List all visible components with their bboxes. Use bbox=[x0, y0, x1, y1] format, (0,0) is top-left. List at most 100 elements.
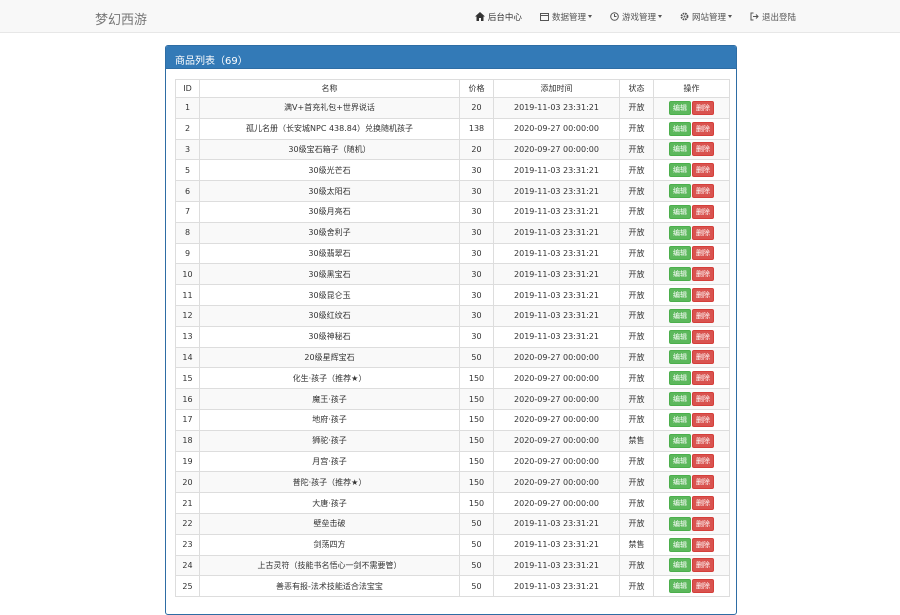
cell-actions: 编辑 删除 bbox=[653, 346, 730, 369]
delete-button[interactable]: 删除 bbox=[692, 579, 714, 594]
delete-button[interactable]: 删除 bbox=[692, 308, 714, 323]
cell-id: 22 bbox=[175, 512, 200, 535]
nav-item-game-management[interactable]: 游戏管理 bbox=[601, 0, 671, 33]
edit-button[interactable]: 编辑 bbox=[669, 142, 691, 157]
edit-button[interactable]: 编辑 bbox=[669, 350, 691, 365]
cell-price: 30 bbox=[459, 221, 494, 244]
clock-icon bbox=[610, 12, 619, 21]
cell-name: 月宫·孩子 bbox=[199, 450, 460, 473]
delete-button[interactable]: 删除 bbox=[692, 184, 714, 199]
edit-button[interactable]: 编辑 bbox=[669, 412, 691, 427]
cell-id: 12 bbox=[175, 304, 200, 327]
table-row: 12 30级红纹石 30 2019-11-03 23:31:21 开放 编辑 删除 bbox=[175, 304, 730, 327]
delete-button[interactable]: 删除 bbox=[692, 163, 714, 178]
cell-name: 魔王·孩子 bbox=[199, 388, 460, 410]
edit-button[interactable]: 编辑 bbox=[669, 579, 691, 594]
delete-button[interactable]: 删除 bbox=[692, 496, 714, 511]
cell-name: 20级星辉宝石 bbox=[199, 346, 460, 369]
logout-icon bbox=[750, 12, 759, 21]
cell-name: 30级神秘石 bbox=[199, 325, 460, 348]
cell-id: 20 bbox=[175, 471, 200, 494]
delete-button[interactable]: 删除 bbox=[692, 225, 714, 240]
edit-button[interactable]: 编辑 bbox=[669, 163, 691, 178]
cell-name: 上古灵符（技能书名悟心一剑不需要管） bbox=[199, 554, 460, 577]
delete-button[interactable]: 删除 bbox=[692, 371, 714, 386]
cell-status: 开放 bbox=[619, 159, 654, 182]
edit-button[interactable]: 编辑 bbox=[669, 496, 691, 511]
delete-button[interactable]: 删除 bbox=[692, 329, 714, 344]
cell-id: 6 bbox=[175, 180, 200, 202]
edit-button[interactable]: 编辑 bbox=[669, 392, 691, 407]
delete-button[interactable]: 删除 bbox=[692, 558, 714, 573]
nav-item-label: 后台中心 bbox=[487, 12, 522, 23]
nav-item-data-management[interactable]: 数据管理 bbox=[531, 0, 601, 33]
edit-button[interactable]: 编辑 bbox=[669, 329, 691, 344]
edit-button[interactable]: 编辑 bbox=[669, 454, 691, 469]
panel-title: 商品列表（69） bbox=[166, 46, 736, 69]
delete-button[interactable]: 删除 bbox=[692, 350, 714, 365]
table-row: 25 善恶有报-法术技能适合法宝宝 50 2019-11-03 23:31:21 开放编… bbox=[175, 575, 730, 598]
edit-button[interactable]: 编辑 bbox=[669, 184, 691, 199]
edit-button[interactable]: 编辑 bbox=[669, 475, 691, 490]
cell-time: 2019-11-03 23:31:21 bbox=[493, 200, 620, 223]
edit-button[interactable]: 编辑 bbox=[669, 288, 691, 303]
cell-status: 开放 bbox=[619, 221, 654, 244]
cell-status: 开放 bbox=[619, 117, 654, 140]
cell-price: 30 bbox=[459, 200, 494, 223]
edit-button[interactable]: 编辑 bbox=[669, 100, 691, 115]
delete-button[interactable]: 删除 bbox=[692, 246, 714, 261]
delete-button[interactable]: 删除 bbox=[692, 142, 714, 157]
cell-id: 21 bbox=[175, 492, 200, 514]
delete-button[interactable]: 删除 bbox=[692, 288, 714, 303]
edit-button[interactable]: 编辑 bbox=[669, 246, 691, 261]
nav-item-site-management[interactable]: 网站管理 bbox=[671, 0, 741, 33]
delete-button[interactable]: 删除 bbox=[692, 204, 714, 219]
edit-button[interactable]: 编辑 bbox=[669, 433, 691, 448]
delete-button[interactable]: 删除 bbox=[692, 121, 714, 136]
chevron-down-icon bbox=[727, 15, 732, 18]
delete-button[interactable]: 删除 bbox=[692, 516, 714, 531]
cell-actions: 编辑 删除 bbox=[653, 200, 730, 223]
delete-button[interactable]: 删除 bbox=[692, 475, 714, 490]
table-row: 18 狮驼·孩子 150 2020-09-27 00:00:00 禁售 编辑 删除 bbox=[175, 429, 730, 452]
nav-item-dashboard[interactable]: 后台中心 bbox=[466, 0, 531, 33]
cell-name: 壁垒击破 bbox=[199, 512, 460, 535]
edit-button[interactable]: 编辑 bbox=[669, 308, 691, 323]
cell-actions: 编辑 删除 bbox=[653, 325, 730, 348]
edit-button[interactable]: 编辑 bbox=[669, 204, 691, 219]
cell-price: 30 bbox=[459, 159, 494, 182]
delete-button[interactable]: 删除 bbox=[692, 433, 714, 448]
nav-menu: 后台中心 数据管理 游戏管理 网站管理 退出登陆 bbox=[466, 0, 805, 33]
delete-button[interactable]: 删除 bbox=[692, 392, 714, 407]
delete-button[interactable]: 删除 bbox=[692, 412, 714, 427]
delete-button[interactable]: 删除 bbox=[692, 267, 714, 282]
chevron-down-icon bbox=[657, 15, 662, 18]
cell-status: 开放 bbox=[619, 492, 654, 514]
edit-button[interactable]: 编辑 bbox=[669, 371, 691, 386]
cell-status: 禁售 bbox=[619, 533, 654, 556]
cell-actions: 编辑 删除 bbox=[653, 388, 730, 410]
brand-logo[interactable]: 梦幻西游 bbox=[95, 9, 147, 28]
delete-button[interactable]: 删除 bbox=[692, 537, 714, 552]
product-table: ID 名称 价格 添加时间 状态 操作 1 满V+首充礼包+世界说话 20 2019-… bbox=[175, 79, 730, 598]
edit-button[interactable]: 编辑 bbox=[669, 267, 691, 282]
cell-name: 大唐·孩子 bbox=[199, 492, 460, 514]
cell-actions: 编辑 删除 bbox=[653, 367, 730, 390]
cell-price: 150 bbox=[459, 492, 494, 514]
delete-button[interactable]: 删除 bbox=[692, 454, 714, 469]
cell-status: 开放 bbox=[619, 325, 654, 348]
nav-item-logout[interactable]: 退出登陆 bbox=[741, 0, 805, 33]
cell-actions: 编辑 删除 bbox=[653, 429, 730, 452]
cell-price: 50 bbox=[459, 512, 494, 535]
edit-button[interactable]: 编辑 bbox=[669, 516, 691, 531]
edit-button[interactable]: 编辑 bbox=[669, 537, 691, 552]
delete-button[interactable]: 删除 bbox=[692, 100, 714, 115]
cell-status: 开放 bbox=[619, 367, 654, 390]
table-row: 9 30级翡翠石 30 2019-11-03 23:31:21 开放 编辑 删除 bbox=[175, 242, 730, 265]
edit-button[interactable]: 编辑 bbox=[669, 121, 691, 136]
edit-button[interactable]: 编辑 bbox=[669, 225, 691, 240]
edit-button[interactable]: 编辑 bbox=[669, 558, 691, 573]
cell-id: 2 bbox=[175, 117, 200, 140]
cell-price: 30 bbox=[459, 325, 494, 348]
cell-price: 50 bbox=[459, 575, 494, 598]
